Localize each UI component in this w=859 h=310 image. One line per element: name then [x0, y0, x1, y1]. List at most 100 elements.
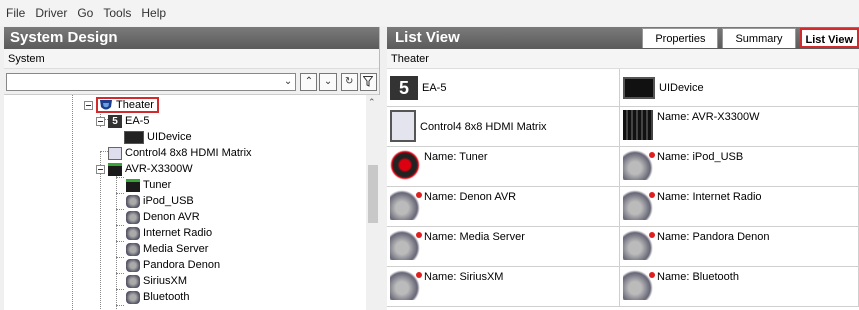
media-icon — [126, 274, 140, 288]
tab-summary[interactable]: Summary — [722, 28, 796, 48]
list-item[interactable]: Name: AVR-X3300W — [620, 107, 859, 147]
list-item-label: Name: Internet Radio — [657, 191, 762, 203]
tree-label: EA-5 — [125, 115, 150, 127]
media-icon — [126, 242, 140, 256]
list-item[interactable]: Name: Media Server — [387, 227, 620, 267]
collapse-icon[interactable] — [96, 116, 105, 126]
list-item-label: Name: Pandora Denon — [657, 231, 770, 243]
scroll-up-icon[interactable]: ⌃ — [368, 97, 376, 108]
menu-tools[interactable]: Tools — [103, 6, 131, 20]
list-item-label: Name: iPod_USB — [657, 151, 744, 163]
status-dot — [649, 272, 655, 278]
media-icon — [390, 190, 422, 220]
tree-label: Pandora Denon — [143, 259, 221, 271]
tree-label: Theater — [116, 99, 154, 111]
media-icon — [623, 190, 655, 220]
tree-label: Internet Radio — [143, 227, 213, 239]
menu-help[interactable]: Help — [141, 6, 166, 20]
list-item-label: Name: Denon AVR — [424, 191, 517, 203]
list-item[interactable]: Name: Tuner — [387, 147, 620, 187]
tab-list-view[interactable]: List View — [799, 28, 859, 48]
list-item[interactable]: Name: Denon AVR — [387, 187, 620, 227]
tab-properties[interactable]: Properties — [642, 28, 719, 48]
list-item-label: Name: Media Server — [424, 231, 525, 243]
tree-item-theater[interactable]: Theater — [84, 97, 159, 113]
move-down-button[interactable]: ⌄ — [319, 72, 337, 91]
tree-item-bluetooth[interactable]: Bluetooth — [126, 289, 189, 305]
system-tree: Theater 5 EA-5 UIDevice Control4 8x8 HDM… — [4, 95, 366, 310]
list-item[interactable]: Name: SiriusXM — [387, 267, 620, 307]
refresh-button[interactable]: ↻ — [340, 72, 358, 91]
media-icon — [623, 270, 655, 300]
system-design-title: System Design — [4, 27, 379, 49]
list-item-label: Name: SiriusXM — [424, 271, 504, 283]
scrollbar-thumb[interactable] — [368, 165, 378, 223]
selection-highlight: Theater — [96, 97, 159, 113]
media-icon — [390, 230, 422, 260]
tuner-icon — [126, 178, 140, 192]
tree-scrollbar[interactable]: ⌃ — [366, 95, 380, 310]
tree-item-pandora[interactable]: Pandora Denon — [126, 257, 220, 273]
receiver-icon — [108, 162, 122, 176]
collapse-icon[interactable] — [96, 164, 105, 174]
status-dot — [416, 192, 422, 198]
list-item[interactable]: Name: Internet Radio — [620, 187, 859, 227]
chevron-up-icon: ⌃ — [304, 75, 314, 87]
tree-label: Denon AVR — [143, 211, 200, 223]
view-tabs: Properties Summary List View — [638, 28, 859, 48]
media-icon — [623, 230, 655, 260]
status-dot — [649, 152, 655, 158]
filter-button[interactable] — [359, 72, 377, 91]
refresh-icon: ↻ — [345, 75, 354, 87]
status-dot — [416, 272, 422, 278]
tree-item-siriusxm[interactable]: SiriusXM — [126, 273, 187, 289]
uidevice-icon — [623, 77, 655, 99]
tree-item-ea5[interactable]: 5 EA-5 — [96, 113, 149, 129]
tree-item-denon-avr[interactable]: Denon AVR — [126, 209, 200, 225]
list-item[interactable]: Name: Bluetooth — [620, 267, 859, 307]
tree-item-avr[interactable]: AVR-X3300W — [96, 161, 193, 177]
matrix-icon — [108, 146, 122, 160]
media-icon — [126, 226, 140, 240]
list-item-label: Name: AVR-X3300W — [657, 111, 760, 123]
search-combo[interactable]: ⌄ — [6, 72, 297, 91]
theater-icon — [100, 99, 112, 109]
list-item-label: Name: Tuner — [424, 151, 488, 163]
tree-item-control4-matrix[interactable]: Control4 8x8 HDMI Matrix — [108, 145, 252, 161]
tree-label: AVR-X3300W — [125, 163, 193, 175]
tree-item-ipod[interactable]: iPod_USB — [126, 193, 194, 209]
menu-driver[interactable]: Driver — [35, 6, 67, 20]
tree-toolbar: ⌄ ⌃ ⌄ ↻ — [4, 69, 379, 95]
status-dot — [416, 232, 422, 238]
collapse-icon[interactable] — [84, 100, 93, 110]
list-item[interactable]: Name: iPod_USB — [620, 147, 859, 187]
tree-item-tuner[interactable]: Tuner — [126, 177, 171, 193]
media-icon — [623, 150, 655, 180]
tree-item-media-server[interactable]: Media Server — [126, 241, 208, 257]
list-item-label: EA-5 — [422, 81, 447, 94]
list-item[interactable]: 5 EA-5 — [387, 69, 620, 107]
list-view-panel: List View Properties Summary List View T… — [387, 27, 859, 310]
menu-file[interactable]: File — [6, 6, 25, 20]
media-icon — [126, 258, 140, 272]
list-item[interactable]: Name: Pandora Denon — [620, 227, 859, 267]
status-dot — [649, 232, 655, 238]
move-up-button[interactable]: ⌃ — [300, 72, 318, 91]
list-item-label: Control4 8x8 HDMI Matrix — [420, 120, 547, 133]
receiver-icon — [623, 110, 653, 140]
ea5-icon: 5 — [108, 114, 122, 128]
tree-item-internet-radio[interactable]: Internet Radio — [126, 225, 212, 241]
uidevice-icon — [124, 130, 144, 144]
media-icon — [126, 194, 140, 208]
menu-go[interactable]: Go — [77, 6, 93, 20]
tree-item-uidevice[interactable]: UIDevice — [124, 129, 192, 145]
filter-icon — [363, 76, 374, 87]
system-design-panel: System Design System ⌄ ⌃ ⌄ ↻ Theater 5 E… — [4, 27, 380, 310]
chevron-down-icon: ⌄ — [323, 75, 333, 87]
list-item[interactable]: UIDevice — [620, 69, 859, 107]
menu-bar: File Driver Go Tools Help — [0, 0, 859, 26]
list-item-label: Name: Bluetooth — [657, 271, 739, 283]
list-item[interactable]: Control4 8x8 HDMI Matrix — [387, 107, 620, 147]
tree-label: iPod_USB — [143, 195, 194, 207]
location-subheader: Theater — [387, 49, 859, 69]
